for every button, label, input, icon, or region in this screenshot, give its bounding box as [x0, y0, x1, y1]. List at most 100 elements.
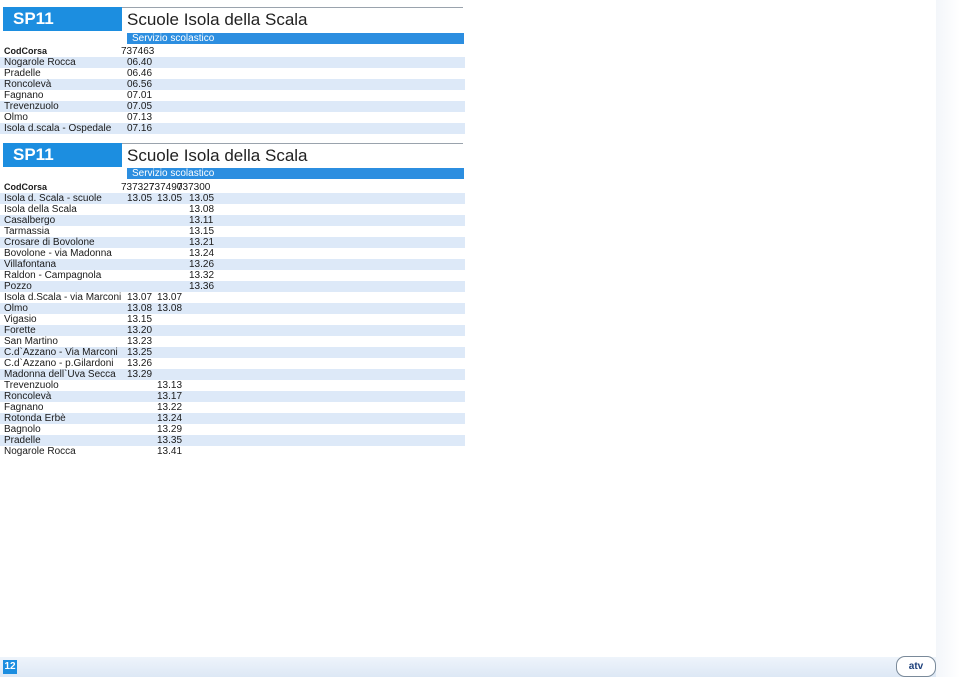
- stop-row: Madonna dell`Uva Secca 13.29: [0, 369, 465, 380]
- stop-name: Olmo: [4, 303, 28, 314]
- stop-name: Isola d.Scala - via Marconi: [4, 292, 122, 303]
- stop-row: Roncolevà 13.17: [0, 391, 465, 402]
- stop-row: Rotonda Erbè 13.24: [0, 413, 465, 424]
- stop-time: 13.08: [127, 303, 153, 314]
- codcorsa-row: CodCorsa 737463: [0, 46, 465, 57]
- stop-row: Bovolone - via Madonna 13.24: [0, 248, 465, 259]
- codcorsa-row: CodCorsa 737327 737490 737300: [0, 182, 465, 193]
- stop-row: Vigasio 13.15: [0, 314, 465, 325]
- stop-time: 13.25: [127, 347, 153, 358]
- section-1-subtitle: Servizio scolastico: [127, 33, 464, 44]
- stop-time: 13.26: [189, 259, 215, 270]
- stop-time: 13.26: [127, 358, 153, 369]
- stop-row: San Martino 13.23: [0, 336, 465, 347]
- stop-name: Trevenzuolo: [4, 380, 59, 391]
- stop-name: C.d`Azzano - p.Gilardoni: [4, 358, 114, 369]
- stop-row: Bagnolo 13.29: [0, 424, 465, 435]
- stop-time: 07.01: [127, 90, 153, 101]
- stop-time: 13.24: [189, 248, 215, 259]
- page-edge-shadow: [936, 0, 960, 677]
- atv-logo: atv: [896, 656, 936, 677]
- codcorsa-label: CodCorsa: [4, 46, 48, 56]
- stop-name: Isola d.scala - Ospedale: [4, 123, 112, 134]
- stop-name: Vigasio: [4, 314, 37, 325]
- section-2-title: Scuole Isola della Scala: [127, 146, 308, 165]
- section-1-timetable: CodCorsa 737463 Nogarole Rocca 06.40 Pradell…: [0, 46, 465, 134]
- stop-time: 13.07: [127, 292, 153, 303]
- stop-name: Isola d. Scala - scuole: [4, 193, 102, 204]
- stop-time: 13.05: [189, 193, 215, 204]
- stop-time: 07.13: [127, 112, 153, 123]
- stop-row: Trevenzuolo 13.13: [0, 380, 465, 391]
- stop-time: 13.08: [189, 204, 215, 215]
- section-1-title: Scuole Isola della Scala: [127, 10, 308, 29]
- stop-time: 06.40: [127, 57, 153, 68]
- stop-row: Roncolevà 06.56: [0, 79, 465, 90]
- stop-time: 13.20: [127, 325, 153, 336]
- stop-name: Fagnano: [4, 402, 44, 413]
- stop-name: Pradelle: [4, 435, 41, 446]
- stop-row: Pozzo 13.36: [0, 281, 465, 292]
- stop-name: Fagnano: [4, 90, 44, 101]
- stop-time: 07.16: [127, 123, 153, 134]
- stop-time: 13.29: [127, 369, 153, 380]
- course-code: 737463: [121, 46, 155, 57]
- stop-name: Casalbergo: [4, 215, 56, 226]
- stop-time: 13.08: [157, 303, 183, 314]
- stop-name: C.d`Azzano - Via Marconi: [4, 347, 118, 358]
- stop-row: Pradelle 13.35: [0, 435, 465, 446]
- stop-row: Trevenzuolo 07.05: [0, 101, 465, 112]
- stop-row: Isola d.scala - Ospedale 07.16: [0, 123, 465, 134]
- stop-name: Bovolone - via Madonna: [4, 248, 112, 259]
- stop-name: Nogarole Rocca: [4, 446, 76, 457]
- stop-time: 13.15: [189, 226, 215, 237]
- stop-row: Villafontana 13.26: [0, 259, 465, 270]
- stop-name: Madonna dell`Uva Secca: [4, 369, 116, 380]
- logo-text: atv: [908, 661, 924, 672]
- stop-name: Bagnolo: [4, 424, 41, 435]
- stop-row: C.d`Azzano - Via Marconi 13.25: [0, 347, 465, 358]
- stop-row: Isola d. Scala - scuole 13.05 13.05 13.05: [0, 193, 465, 204]
- stop-row: Isola della Scala 13.08: [0, 204, 465, 215]
- stop-time: 13.29: [157, 424, 183, 435]
- stop-row: Forette 13.20: [0, 325, 465, 336]
- stop-row: Nogarole Rocca 06.40: [0, 57, 465, 68]
- section-1-top-rule: [122, 7, 463, 8]
- section-1-line-code: SP11: [3, 7, 122, 31]
- section-2-line-code: SP11: [3, 143, 122, 167]
- stop-name: Olmo: [4, 112, 28, 123]
- stop-row: Tarmassia 13.15: [0, 226, 465, 237]
- stop-row: Nogarole Rocca 13.41: [0, 446, 465, 457]
- stop-name: Rotonda Erbè: [4, 413, 66, 424]
- stop-name: Crosare di Bovolone: [4, 237, 95, 248]
- stop-time: 13.15: [127, 314, 153, 325]
- stop-time: 13.21: [189, 237, 215, 248]
- section-2-top-rule: [122, 143, 463, 144]
- stop-row: C.d`Azzano - p.Gilardoni 13.26: [0, 358, 465, 369]
- stop-time: 13.07: [157, 292, 183, 303]
- stop-name: Roncolevà: [4, 391, 52, 402]
- stop-name: Forette: [4, 325, 36, 336]
- footer-strip: [0, 657, 936, 677]
- stop-time: 13.17: [157, 391, 183, 402]
- stop-name: San Martino: [4, 336, 58, 347]
- stop-time: 13.05: [127, 193, 153, 204]
- stop-name: Raldon - Campagnola: [4, 270, 102, 281]
- stop-time: 13.32: [189, 270, 215, 281]
- stop-row: Fagnano 07.01: [0, 90, 465, 101]
- stop-row: Crosare di Bovolone 13.21: [0, 237, 465, 248]
- stop-time: 13.11: [189, 215, 214, 226]
- stop-row: Raldon - Campagnola 13.32: [0, 270, 465, 281]
- stop-time: 13.35: [157, 435, 183, 446]
- stop-name: Pozzo: [4, 281, 32, 292]
- section-2-subtitle: Servizio scolastico: [127, 168, 464, 179]
- page-number: 12: [3, 660, 17, 674]
- course-code: 737300: [177, 182, 211, 193]
- stop-time: 13.41: [157, 446, 183, 457]
- stop-name: Isola della Scala: [4, 204, 77, 215]
- stop-time: 13.13: [157, 380, 183, 391]
- stop-row: Olmo 13.08 13.08: [0, 303, 465, 314]
- codcorsa-label: CodCorsa: [4, 182, 48, 192]
- stop-name: Villafontana: [4, 259, 57, 270]
- stop-row: Isola d.Scala - via Marconi 13.07 13.07: [0, 292, 465, 303]
